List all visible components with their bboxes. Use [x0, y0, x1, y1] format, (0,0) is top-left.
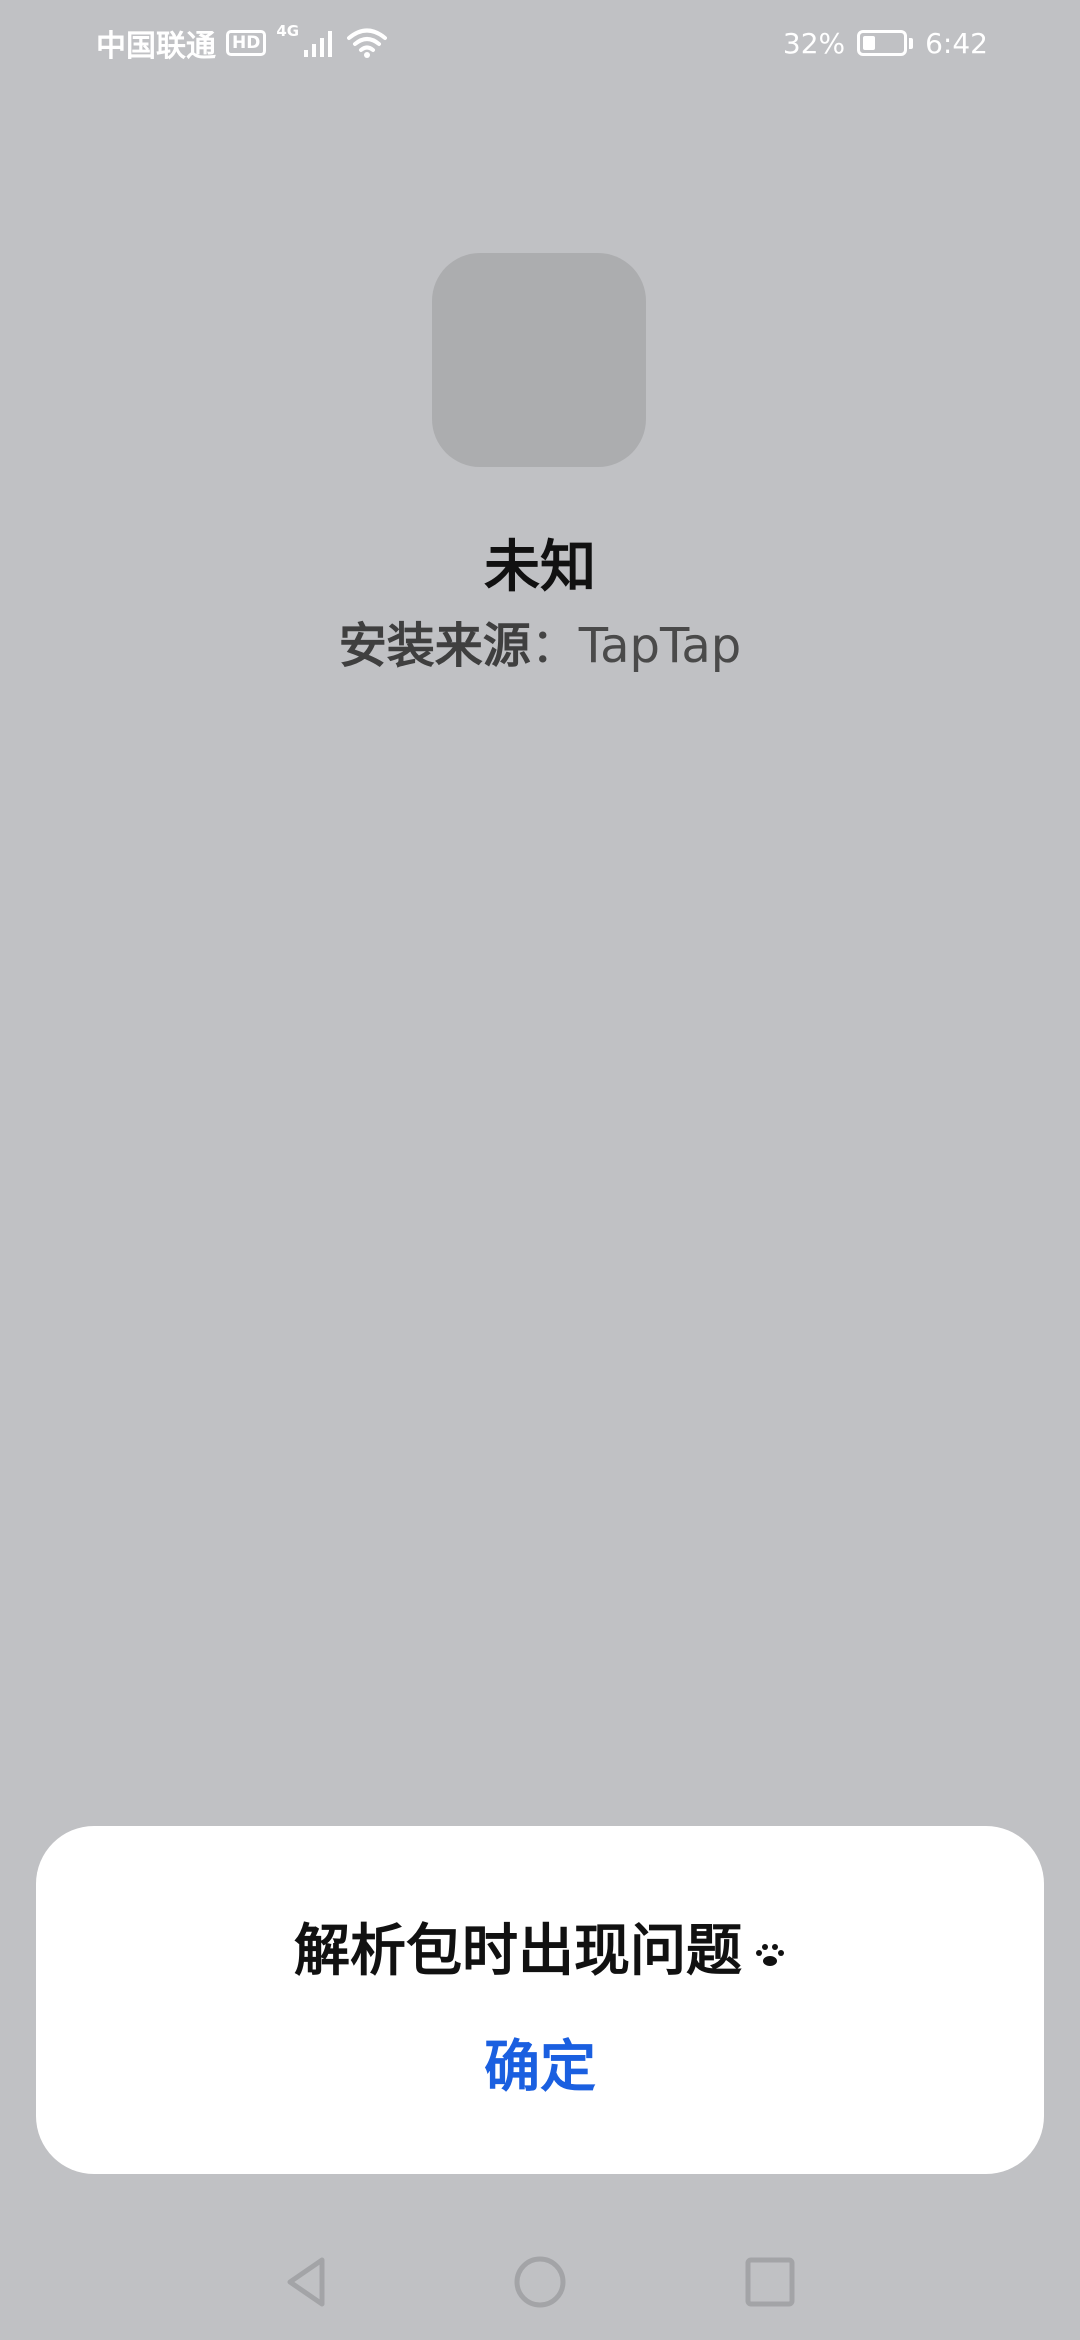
install-source: 安装来源：TapTap	[0, 606, 1080, 676]
home-icon[interactable]	[508, 2250, 572, 2314]
battery-fill	[863, 36, 876, 50]
app-icon-placeholder	[432, 253, 646, 467]
dialog-message: 解析包时出现问题	[36, 1906, 1044, 1987]
battery-icon	[857, 30, 914, 56]
battery-percent: 32%	[782, 26, 846, 60]
install-source-label: 安装来源	[338, 618, 531, 674]
wifi-icon	[347, 28, 388, 58]
navigation-bar	[0, 2220, 1080, 2340]
recents-icon[interactable]	[738, 2250, 802, 2314]
status-left: 中国联通 HD 4G	[96, 20, 388, 66]
error-dialog: 解析包时出现问题 确定	[36, 1826, 1044, 2174]
hd-badge: HD	[226, 30, 267, 56]
clock: 6:42	[925, 26, 988, 60]
dialog-message-text: 解析包时出现问题	[294, 1919, 742, 1984]
network-type: 4G	[276, 22, 300, 40]
status-bar: 中国联通 HD 4G 32% 6:42	[0, 0, 1080, 84]
signal-icon	[304, 31, 333, 57]
paw-icon	[756, 1943, 784, 1966]
confirm-button[interactable]: 确定	[460, 2022, 620, 2102]
status-right: 32% 6:42	[783, 20, 988, 66]
install-source-value: TapTap	[578, 618, 742, 674]
app-name: 未知	[484, 535, 596, 600]
carrier-name: 中国联通	[96, 29, 216, 64]
back-icon[interactable]	[276, 2250, 340, 2314]
install-source-separator: ：	[530, 618, 579, 674]
